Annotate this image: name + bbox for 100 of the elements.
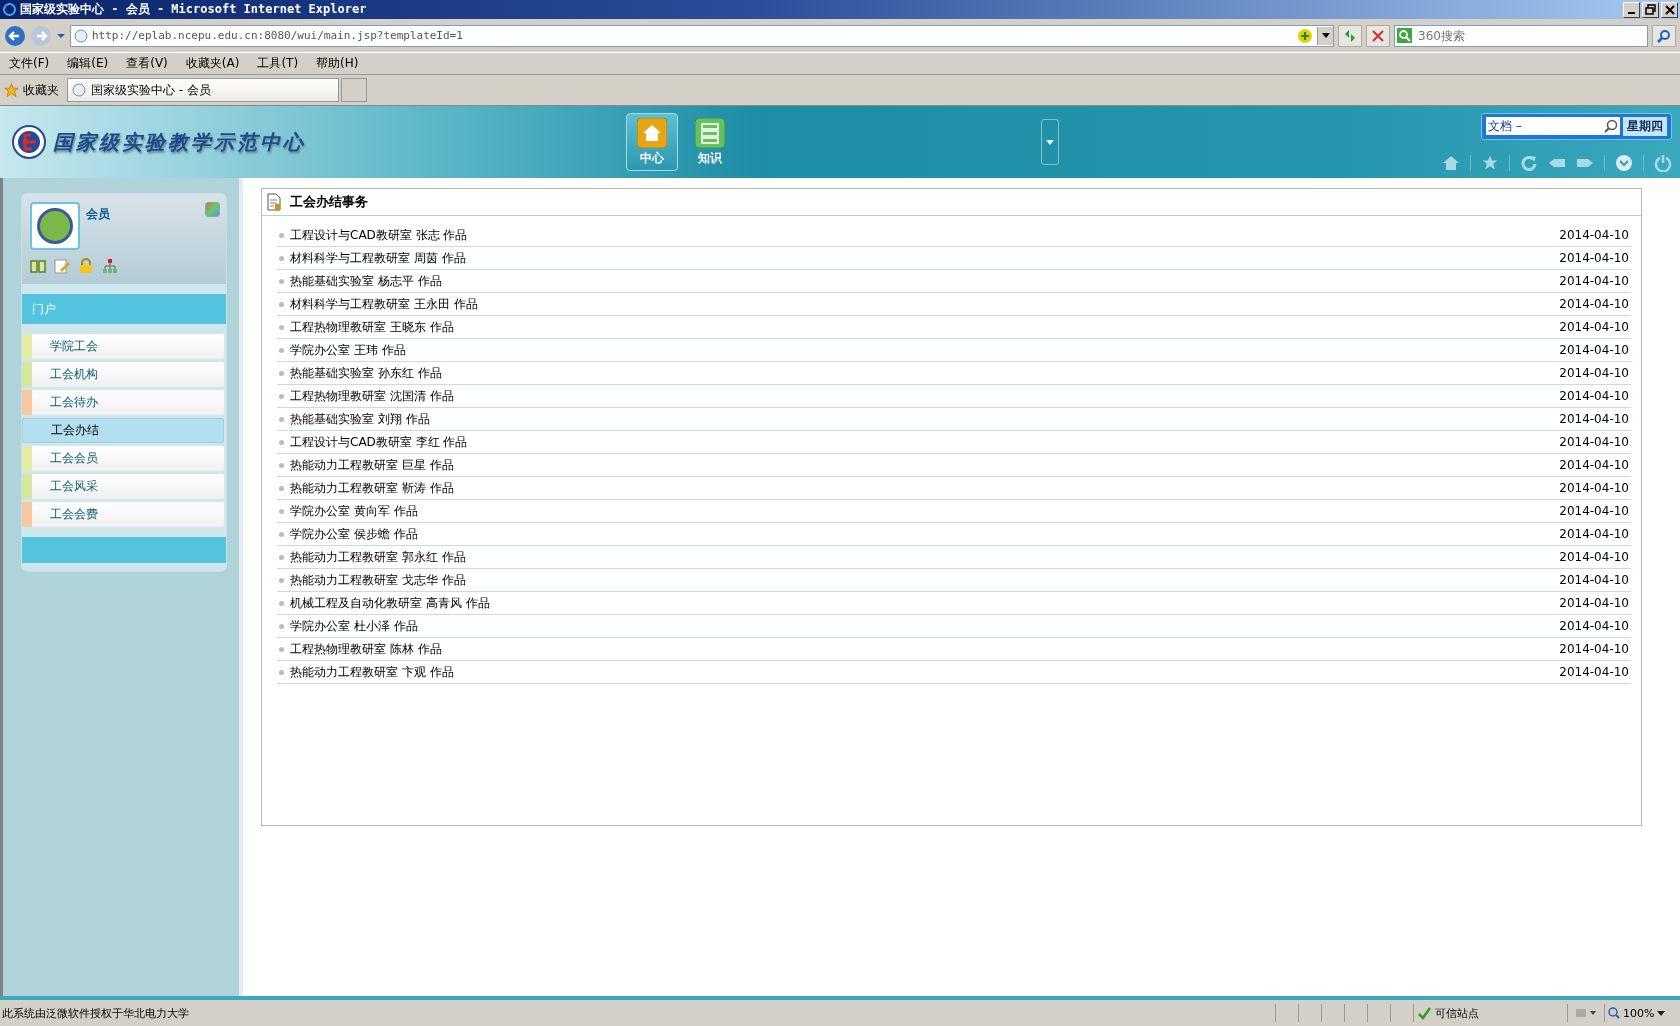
date-text: 2014-04-10 (1559, 343, 1630, 357)
home-icon (637, 117, 667, 148)
sidebar-item[interactable]: 工会办结 (22, 418, 224, 443)
menu-item[interactable]: 帮助(H) (307, 55, 368, 72)
bullet-icon (279, 600, 284, 606)
menu-item[interactable]: 文件(F) (0, 55, 59, 72)
close-button[interactable] (1661, 1, 1678, 18)
date-text: 2014-04-10 (1559, 527, 1630, 541)
sidebar-item[interactable]: 工会会员 (22, 446, 224, 471)
search-icon (1604, 119, 1618, 133)
power-icon[interactable] (1654, 153, 1672, 172)
book-icon[interactable] (30, 258, 46, 274)
list-link[interactable]: 工程设计与CAD教研室 张志 作品 (290, 226, 1560, 244)
stop-button[interactable] (1366, 24, 1390, 47)
search-button[interactable] (1652, 24, 1676, 47)
favorites-button[interactable]: 收藏夹 (4, 81, 59, 99)
menu-item[interactable]: 工具(T) (248, 55, 308, 72)
date-text: 2014-04-10 (1559, 619, 1630, 633)
list-link[interactable]: 热能动力工程教研室 巨星 作品 (290, 456, 1560, 474)
browser-logo-icon (3, 3, 16, 16)
status-text: 此系统由泛微软件授权于华北电力大学 (1, 1005, 189, 1021)
list-link[interactable]: 机械工程及自动化教研室 高青风 作品 (290, 594, 1560, 612)
nav-tab[interactable]: 知识 (684, 113, 736, 171)
list-link[interactable]: 热能基础实验室 杨志平 作品 (290, 272, 1560, 290)
org-chart-icon[interactable] (102, 258, 118, 274)
zoom-button[interactable]: 100% (1604, 1004, 1680, 1022)
back-button[interactable] (4, 24, 26, 47)
date-text: 2014-04-10 (1559, 320, 1630, 334)
restore-button[interactable] (1642, 1, 1659, 18)
list-link[interactable]: 学院办公室 杜小泽 作品 (290, 617, 1560, 635)
bullet-icon (279, 508, 284, 514)
list-link[interactable]: 材料科学与工程教研室 王永田 作品 (290, 295, 1560, 313)
list-link[interactable]: 热能动力工程教研室 郭永红 作品 (290, 548, 1560, 566)
list-link[interactable]: 热能动力工程教研室 靳涛 作品 (290, 479, 1560, 497)
address-dropdown-button[interactable] (1317, 26, 1333, 45)
bullet-icon (279, 278, 284, 284)
check-icon (1417, 1006, 1431, 1020)
sidebar-item[interactable]: 工会机构 (22, 362, 224, 387)
menu-item[interactable]: 编辑(E) (58, 55, 118, 72)
date-text: 2014-04-10 (1559, 596, 1630, 610)
sidebar-item[interactable]: 工会待办 (22, 390, 224, 415)
refresh-icon[interactable] (1520, 154, 1538, 171)
list-link[interactable]: 工程热物理教研室 王晓东 作品 (290, 318, 1560, 336)
close-icon (1663, 3, 1676, 16)
list-link[interactable]: 热能动力工程教研室 戈志华 作品 (290, 571, 1560, 589)
refresh-button[interactable] (1338, 24, 1362, 47)
search-field[interactable]: 文档 – (1486, 117, 1620, 135)
list-link[interactable]: 工程热物理教研室 陈林 作品 (290, 640, 1560, 658)
home-icon[interactable] (1442, 154, 1460, 171)
panel-title: 工会办结事务 (290, 193, 368, 211)
date-text: 2014-04-10 (1559, 458, 1630, 472)
date-text: 2014-04-10 (1559, 481, 1630, 495)
list-link[interactable]: 热能基础实验室 孙东红 作品 (290, 364, 1560, 382)
bullet-icon (279, 462, 284, 468)
plus-icon[interactable] (1297, 27, 1313, 44)
search-field[interactable]: 360搜索 (1394, 24, 1648, 47)
search-input[interactable]: 360搜索 (1416, 27, 1647, 44)
list-link[interactable]: 热能基础实验室 刘翔 作品 (290, 410, 1560, 428)
minimize-button[interactable] (1623, 1, 1640, 18)
date-text: 2014-04-10 (1559, 550, 1630, 564)
list-link[interactable]: 学院办公室 侯步蟾 作品 (290, 525, 1560, 543)
caret-icon (1321, 32, 1330, 39)
list-link[interactable]: 工程设计与CAD教研室 李红 作品 (290, 433, 1560, 451)
list-link[interactable]: 热能动力工程教研室 卞观 作品 (290, 663, 1560, 681)
chevron-circle-icon[interactable] (1615, 153, 1633, 172)
menu-item[interactable]: 查看(V) (117, 55, 177, 72)
sidebar-item[interactable]: 工会风采 (22, 474, 224, 499)
star-icon (4, 82, 19, 98)
date-text: 2014-04-10 (1559, 665, 1630, 679)
note-edit-icon[interactable] (54, 258, 70, 274)
list-link[interactable]: 工程热物理教研室 沈国清 作品 (290, 387, 1560, 405)
caret-icon (1657, 1010, 1666, 1016)
date-text: 2014-04-10 (1559, 504, 1630, 518)
server-icon (695, 117, 725, 148)
browser-tab[interactable]: 国家级实验中心 - 会员 (67, 78, 339, 102)
search-icon (1397, 28, 1412, 43)
dropdown-button[interactable] (1041, 119, 1059, 165)
bullet-icon (279, 623, 284, 629)
bullet-icon (279, 301, 284, 307)
menu-item[interactable]: 收藏夹(A) (176, 55, 249, 72)
date-text: 2014-04-10 (1559, 297, 1630, 311)
star-icon[interactable] (1481, 154, 1499, 171)
weekday-label: 星期四 (1623, 116, 1667, 136)
sidebar-item[interactable]: 工会会费 (22, 502, 224, 527)
list-link[interactable]: 学院办公室 王玮 作品 (290, 341, 1560, 359)
page-icon (74, 28, 88, 43)
palette-icon[interactable] (205, 202, 220, 217)
bullet-icon (279, 324, 284, 330)
list-link[interactable]: 材料科学与工程教研室 周茵 作品 (290, 249, 1560, 267)
date-text: 2014-04-10 (1559, 251, 1630, 265)
sidebar-item[interactable]: 学院工会 (22, 334, 224, 359)
bullet-icon (279, 646, 284, 652)
list-link[interactable]: 学院办公室 黄向军 作品 (290, 502, 1560, 520)
minimize-icon (1628, 11, 1635, 14)
lock-icon[interactable] (78, 258, 94, 274)
history-dropdown-icon[interactable] (56, 31, 66, 40)
date-text: 2014-04-10 (1559, 389, 1630, 403)
address-field[interactable]: http://eplab.ncepu.edu.cn:8080/wui/main.jsp?templateId=1 (70, 24, 1334, 47)
new-tab-button[interactable] (341, 78, 367, 102)
bullet-icon (279, 531, 284, 537)
